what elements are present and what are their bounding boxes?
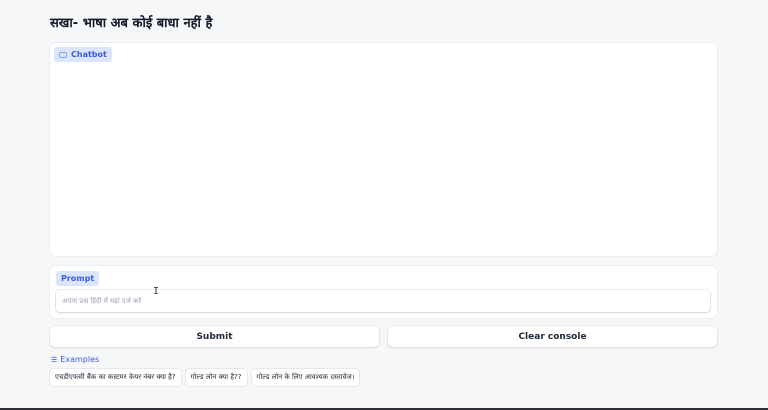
chatbot-panel: Chatbot <box>50 43 717 256</box>
chatbot-label: Chatbot <box>71 50 107 59</box>
prompt-label: Prompt <box>61 274 95 283</box>
prompt-panel: Prompt <box>50 266 717 318</box>
example-item[interactable]: गोल्ड लोन क्या है?? <box>185 369 247 386</box>
example-item[interactable]: एचडीएफसी बैंक का कस्टमर केयर नंबर क्या ह… <box>50 369 181 386</box>
clear-console-button[interactable]: Clear console <box>388 326 717 347</box>
examples-label: Examples <box>60 355 100 364</box>
chat-icon <box>59 51 67 58</box>
submit-button[interactable]: Submit <box>50 326 379 347</box>
example-item[interactable]: गोल्ड लोन के लिए आवश्यक दस्तावेज। <box>251 369 360 386</box>
text-cursor-icon: I <box>153 286 160 297</box>
chatbot-label-chip: Chatbot <box>54 47 112 62</box>
prompt-label-chip: Prompt <box>56 271 100 286</box>
page-title: सखा- भाषा अब कोई बाधा नहीं है <box>50 16 213 31</box>
examples-header: ☰ Examples <box>51 355 99 364</box>
list-icon: ☰ <box>51 355 58 364</box>
examples-list: एचडीएफसी बैंक का कस्टमर केयर नंबर क्या ह… <box>50 369 360 386</box>
